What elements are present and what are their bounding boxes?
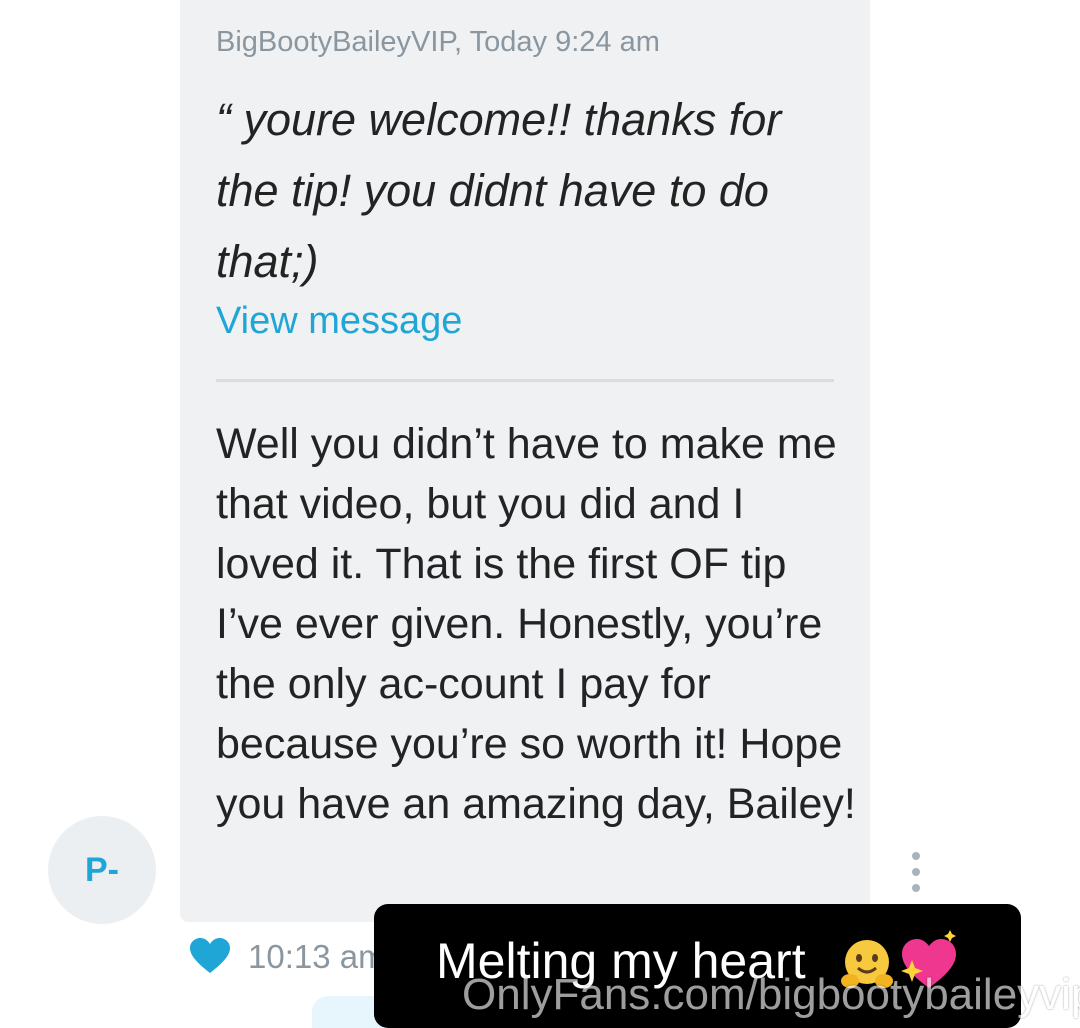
avatar[interactable]: P- <box>48 816 156 924</box>
quote-divider <box>216 379 834 382</box>
more-options-icon[interactable] <box>904 852 928 892</box>
message-text: Well you didn’t have to make me that vid… <box>216 420 856 828</box>
quoted-message-author-time: BigBootyBaileyVIP, Today 9:24 am <box>216 26 660 58</box>
message-timestamp: 10:13 am <box>248 938 386 975</box>
quoted-message-text: “ youre welcome!! thanks for the tip! yo… <box>216 94 782 287</box>
like-heart-icon[interactable] <box>190 938 230 974</box>
watermark: OnlyFans.com/bigbootybaileyvip <box>462 970 1080 1019</box>
avatar-initials: P- <box>85 850 119 889</box>
view-message-link[interactable]: View message <box>216 300 462 343</box>
